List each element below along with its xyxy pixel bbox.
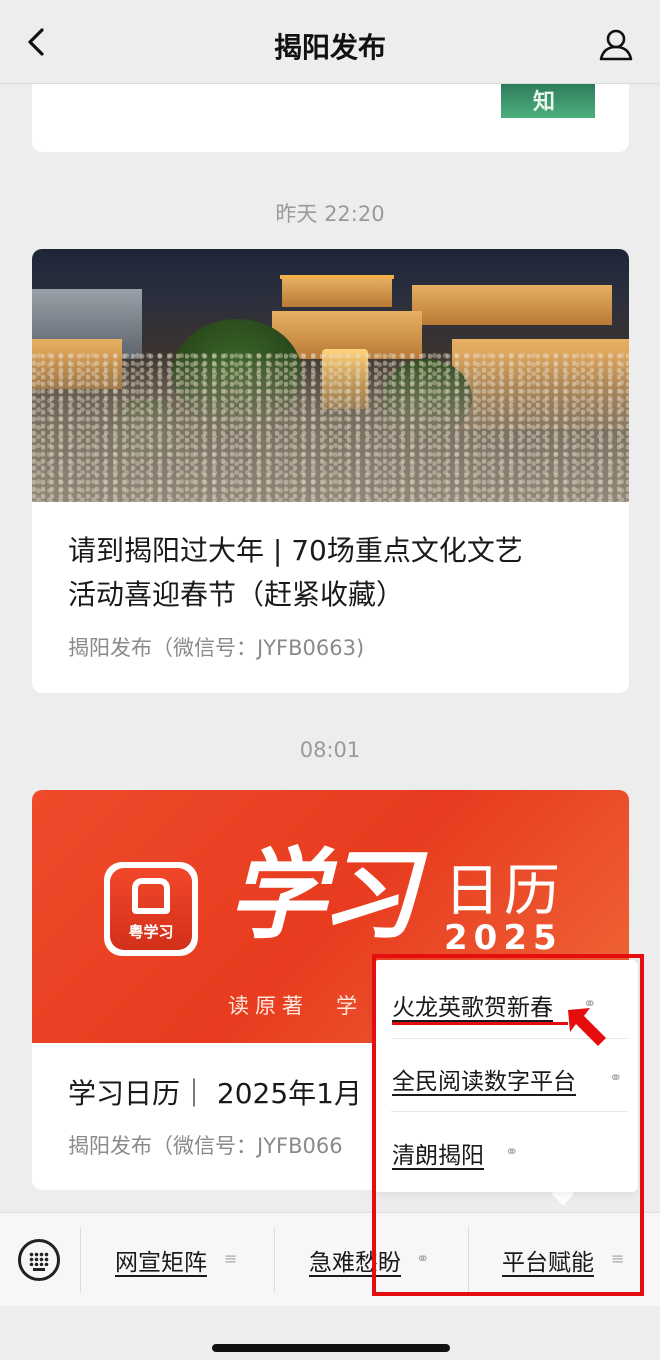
crowd-shape [32,352,629,502]
keyboard-spacebar [33,1268,45,1271]
article-title-line1: 请到揭阳过大年 | 70场重点文化文艺 [68,534,523,567]
building-shape [412,285,612,325]
article-cover-image [32,249,629,502]
menu-lines-icon: ≡ [224,1249,238,1268]
message-timestamp: 昨天 22:20 [275,202,385,226]
roofline-shape [280,275,394,279]
banner-brush-title: 学习 [228,838,418,953]
article-card[interactable]: 请到揭阳过大年 | 70场重点文化文艺 活动喜迎春节（赶紧收藏） 揭阳发布（微信… [32,249,629,693]
keyboard-icon[interactable] [18,1239,60,1281]
banner-motto: 读原著 学 [228,994,363,1018]
logo-glyph [132,878,170,914]
app-logo-text: 粤学习 [128,923,174,941]
page-title: 揭阳发布 [273,31,386,64]
menu-item-wangxuan[interactable]: 网宣矩阵 [115,1243,207,1277]
profile-icon[interactable] [598,26,634,62]
divider [80,1227,81,1293]
thumbnail-text: 知 [533,89,556,115]
message-timestamp: 08:01 [299,738,361,762]
annotation-arrow-icon [568,1008,606,1046]
home-indicator [212,1344,450,1352]
annotation-underline [392,1022,568,1025]
app-logo-inner: 粤学习 [110,868,192,950]
app-logo-icon: 粤学习 [104,862,198,956]
article-source: 揭阳发布（微信号：JYFB0663) [68,636,365,660]
keyboard-keys [29,1252,49,1266]
article-thumbnail: 知 [501,84,595,118]
article-source: 揭阳发布（微信号：JYFB066 [68,1134,343,1158]
nav-bar: 揭阳发布 [0,0,660,84]
article-title-line2: 活动喜迎春节（赶紧收藏） [68,578,405,611]
building-shape [282,277,392,307]
banner-calendar-label: 日历 [444,859,564,924]
article-title: 学习日历｜ 2025年1月 [68,1077,362,1110]
divider [274,1227,275,1293]
banner-year: 2025 [444,918,563,958]
